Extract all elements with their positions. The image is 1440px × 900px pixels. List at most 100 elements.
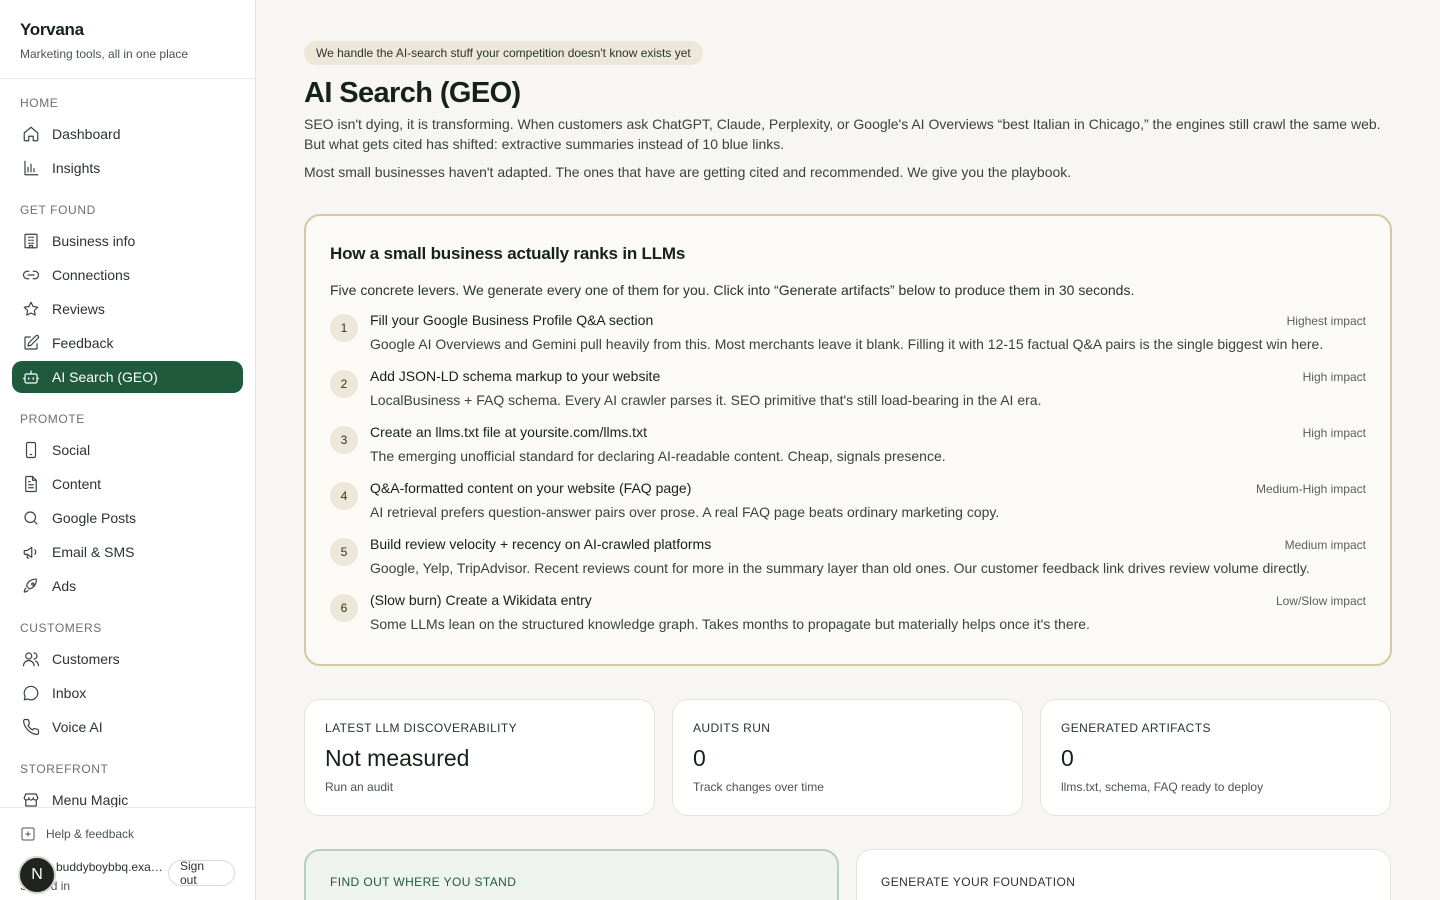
lever-item: 6 (Slow burn) Create a Wikidata entry Lo… — [330, 592, 1366, 648]
brand-tagline: Marketing tools, all in one place — [20, 47, 189, 61]
sidebar-item-label: Ads — [52, 578, 77, 594]
sidebar-item-label: Feedback — [52, 335, 114, 351]
generate-label: GENERATE YOUR FOUNDATION — [881, 875, 1076, 889]
intro-paragraph-2: Most small businesses haven't adapted. T… — [304, 164, 1072, 180]
sidebar-item-label: AI Search (GEO) — [52, 369, 158, 385]
sidebar-item-feedback[interactable]: Feedback — [12, 327, 243, 359]
stats-row: LATEST LLM DISCOVERABILITY Not measured … — [304, 699, 1392, 816]
lever-title: Add JSON-LD schema markup to your websit… — [370, 368, 661, 384]
lever-impact: High impact — [1302, 370, 1366, 384]
lever-number: 1 — [330, 314, 358, 342]
stat-label: AUDITS RUN — [693, 721, 771, 735]
stat-label: LATEST LLM DISCOVERABILITY — [325, 721, 518, 735]
lever-item: 1 Fill your Google Business Profile Q&A … — [330, 312, 1366, 368]
stat-note: Track changes over time — [693, 780, 824, 794]
help-feedback-label: Help & feedback — [46, 827, 135, 841]
stat-note: llms.txt, schema, FAQ ready to deploy — [1061, 780, 1264, 794]
sign-out-button[interactable]: Sign out — [168, 859, 235, 887]
stat-card-artifacts: GENERATED ARTIFACTS 0 llms.txt, schema, … — [1040, 699, 1391, 816]
lever-description: Google AI Overviews and Gemini pull heav… — [370, 336, 1324, 352]
lever-description: LocalBusiness + FAQ schema. Every AI cra… — [370, 392, 1042, 408]
sidebar-item-label: Business info — [52, 233, 136, 249]
home-icon — [23, 126, 39, 142]
lever-impact: Low/Slow impact — [1275, 594, 1366, 608]
lever-number: 5 — [330, 538, 358, 566]
lever-description: The emerging unofficial standard for dec… — [370, 448, 946, 464]
users-icon — [22, 652, 40, 667]
lever-item: 3 Create an llms.txt file at yoursite.co… — [330, 424, 1366, 480]
sidebar-nav: HOME Dashboard Insights GET FOUND Busine… — [0, 79, 255, 807]
section-label-home: HOME — [20, 96, 59, 110]
sidebar-item-social[interactable]: Social — [12, 434, 243, 466]
lever-title: Create an llms.txt file at yoursite.com/… — [370, 424, 647, 440]
sidebar-item-voice-ai[interactable]: Voice AI — [12, 711, 243, 743]
sidebar-item-label: Inbox — [52, 685, 87, 701]
lever-number: 3 — [330, 426, 358, 454]
stat-note: Run an audit — [325, 780, 394, 794]
stat-card-audits: AUDITS RUN 0 Track changes over time — [672, 699, 1023, 816]
stat-label: GENERATED ARTIFACTS — [1061, 721, 1211, 735]
sidebar-item-label: Google Posts — [52, 510, 137, 526]
sidebar-item-connections[interactable]: Connections — [12, 259, 243, 291]
lever-description: AI retrieval prefers question-answer pai… — [370, 504, 1000, 520]
sidebar-item-label: Email & SMS — [52, 544, 135, 560]
stat-value: 0 — [693, 745, 706, 771]
edit-icon — [24, 334, 40, 350]
lever-title: Q&A-formatted content on your website (F… — [370, 480, 692, 496]
sidebar-item-label: Dashboard — [52, 126, 121, 142]
sidebar-item-menu-magic[interactable]: Menu Magic — [12, 784, 243, 807]
help-feedback-link[interactable]: Help & feedback — [20, 826, 235, 842]
brand: Yorvana Marketing tools, all in one plac… — [0, 0, 255, 79]
sidebar-item-label: Insights — [52, 160, 101, 176]
sidebar-footer: Help & feedback buddyboybbq.example.com … — [0, 807, 255, 900]
sidebar-item-ai-search[interactable]: AI Search (GEO) — [12, 361, 243, 393]
sidebar-item-insights[interactable]: Insights — [12, 152, 243, 184]
sidebar-item-inbox[interactable]: Inbox — [12, 677, 243, 709]
file-text-icon — [25, 475, 37, 493]
sidebar-item-dashboard[interactable]: Dashboard — [12, 118, 243, 150]
sidebar-item-reviews[interactable]: Reviews — [12, 293, 243, 325]
stat-value: 0 — [1061, 745, 1074, 771]
main-content: We handle the AI-search stuff your compe… — [256, 0, 1440, 900]
sidebar-item-label: Reviews — [52, 301, 105, 317]
sidebar-item-email-sms[interactable]: Email & SMS — [12, 536, 243, 568]
rocket-icon — [23, 578, 37, 593]
sidebar-item-label: Customers — [52, 651, 120, 667]
lever-item: 2 Add JSON-LD schema markup to your webs… — [330, 368, 1366, 424]
section-label-customers: CUSTOMERS — [20, 621, 102, 635]
section-label-promote: PROMOTE — [20, 412, 85, 426]
find-out-card[interactable]: FIND OUT WHERE YOU STAND — [304, 849, 839, 900]
avatar[interactable]: N — [18, 856, 56, 894]
levers-card: How a small business actually ranks in L… — [304, 214, 1392, 666]
bar-chart-icon — [24, 160, 39, 176]
sidebar-item-business-info[interactable]: Business info — [12, 225, 243, 257]
link-icon — [22, 270, 40, 280]
lever-impact: Highest impact — [1286, 314, 1366, 328]
sidebar-item-label: Social — [52, 442, 91, 458]
sidebar-item-google-posts[interactable]: Google Posts — [12, 502, 243, 534]
sidebar-item-ads[interactable]: Ads — [12, 570, 243, 602]
sidebar-item-content[interactable]: Content — [12, 468, 243, 500]
star-icon — [23, 301, 39, 316]
lever-impact: High impact — [1302, 426, 1366, 440]
section-label-get-found: GET FOUND — [20, 203, 96, 217]
levers-title: How a small business actually ranks in L… — [330, 244, 686, 263]
tagline-pill: We handle the AI-search stuff your compe… — [304, 41, 703, 65]
lever-number: 2 — [330, 370, 358, 398]
lever-item: 5 Build review velocity + recency on AI-… — [330, 536, 1366, 592]
intro-paragraph: SEO isn't dying, it is transforming. Whe… — [304, 116, 1381, 152]
generate-card[interactable]: GENERATE YOUR FOUNDATION — [856, 849, 1391, 900]
lever-impact: Medium-High impact — [1255, 482, 1366, 496]
stat-value: Not measured — [325, 745, 470, 771]
user-row: buddyboybbq.example.com Signed in N Sign… — [18, 854, 235, 894]
levers-subtitle: Five concrete levers. We generate every … — [330, 282, 1135, 298]
lever-number: 4 — [330, 482, 358, 510]
bot-icon — [22, 370, 40, 384]
message-circle-icon — [23, 685, 39, 701]
lever-title: Build review velocity + recency on AI-cr… — [370, 536, 712, 552]
user-email: buddyboybbq.example.com — [56, 860, 166, 874]
brand-name[interactable]: Yorvana — [20, 20, 235, 40]
sidebar-item-customers[interactable]: Customers — [12, 643, 243, 675]
sidebar-item-label: Content — [52, 476, 102, 492]
sidebar-item-label: Voice AI — [52, 719, 103, 735]
